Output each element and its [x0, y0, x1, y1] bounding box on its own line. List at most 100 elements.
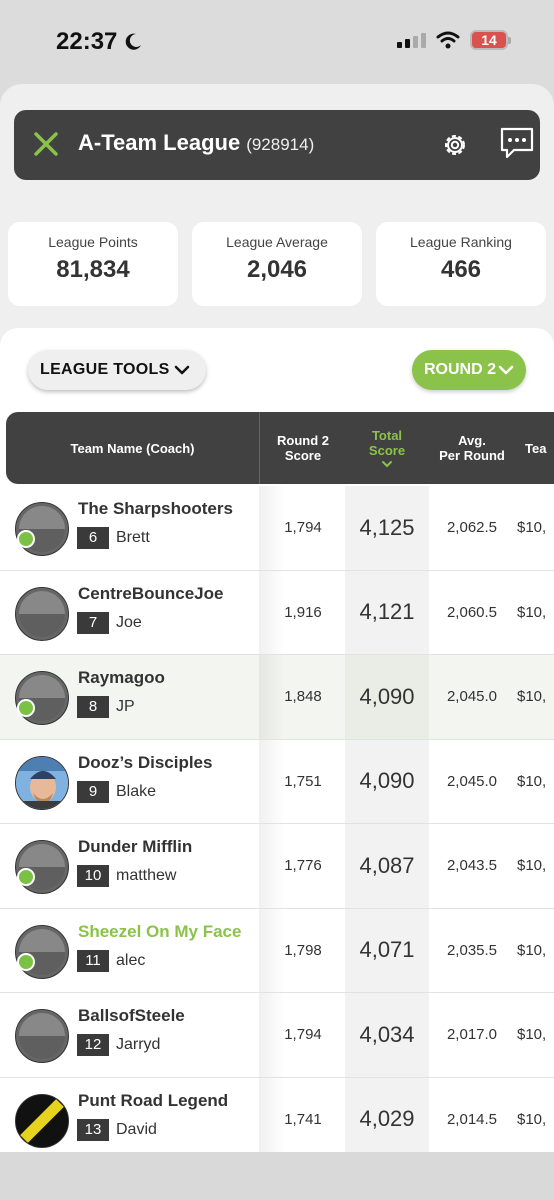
team-avatar [15, 502, 69, 556]
avg-per-round: 2,045.0 [446, 688, 498, 706]
team-avatar [15, 671, 69, 725]
rank-badge: 13 [77, 1118, 109, 1141]
team-avatar [15, 755, 69, 810]
team-name[interactable]: Dunder Mifflin [78, 837, 192, 857]
col-team-label: Team Name (Coach) [70, 440, 195, 456]
chevron-down-icon [174, 365, 190, 375]
team-row[interactable]: The Sharpshooters 6 Brett 1,794 4,125 2,… [0, 486, 554, 571]
col-avg-header[interactable]: Avg. Per Round [432, 412, 512, 484]
team-avatar [15, 1009, 69, 1063]
league-tools-dropdown[interactable]: LEAGUE TOOLS [28, 350, 206, 390]
coach-name: David [116, 1120, 157, 1138]
moon-icon [126, 33, 142, 50]
league-title: A-Team League (928914) [78, 130, 314, 156]
league-sheet: A-Team League (928914) League Points 81,8… [0, 84, 554, 1152]
round-label: ROUND 2 [424, 361, 497, 378]
status-time: 22:37 [56, 28, 118, 55]
avg-per-round: 2,035.5 [446, 941, 498, 959]
rank-badge: 6 [77, 527, 109, 549]
rank-badge: 8 [77, 696, 109, 718]
chat-icon[interactable] [500, 126, 534, 160]
team-avatar [15, 1093, 69, 1148]
col-round-header[interactable]: Round 2 Score [262, 412, 344, 484]
coach-name: Brett [116, 529, 150, 546]
total-score: 4,034 [359, 1021, 415, 1047]
team-row[interactable]: Punt Road Legend 13 David 1,741 4,029 2,… [0, 1077, 554, 1152]
round-score: 1,741 [284, 1110, 322, 1128]
col-value-label: Tea [525, 440, 547, 456]
team-row[interactable]: Sheezel On My Face 11 alec 1,798 4,071 2… [0, 908, 554, 993]
team-row[interactable]: Dunder Mifflin 10 matthew 1,776 4,087 2,… [0, 824, 554, 909]
club-logo [16, 1094, 68, 1147]
cellular-signal-icon [397, 32, 426, 48]
stat-value: 81,834 [56, 256, 130, 283]
team-value: $10, [517, 1110, 547, 1128]
round-score: 1,794 [284, 519, 322, 537]
online-status-dot [17, 952, 35, 971]
col-total-header[interactable]: Total Score [345, 412, 429, 484]
team-value: $10, [517, 1026, 547, 1044]
rank-badge: 10 [77, 865, 109, 887]
coach-name: alec [116, 951, 146, 969]
rank-badge: 11 [77, 949, 109, 972]
stat-card-league-points: League Points 81,834 [8, 222, 178, 306]
col-avg-label: Avg. [458, 433, 486, 448]
gear-icon[interactable] [440, 130, 470, 160]
team-name[interactable]: BallsofSteele [78, 1006, 185, 1026]
total-score: 4,121 [359, 599, 415, 625]
coach-name: Blake [116, 782, 157, 800]
team-name[interactable]: Punt Road Legend [78, 1091, 228, 1111]
status-time-wrap: 22:37 [56, 28, 143, 56]
bottom-area [0, 1152, 554, 1200]
total-score: 4,090 [359, 683, 415, 709]
round-score: 1,794 [284, 1026, 322, 1044]
league-header: A-Team League (928914) [14, 110, 540, 180]
round-score: 1,776 [284, 857, 322, 875]
total-score: 4,029 [359, 1106, 415, 1132]
battery-icon: 14 [470, 30, 511, 50]
team-row[interactable]: Dooz’s Disciples 9 Blake 1,751 4,090 2,0… [0, 739, 554, 824]
total-score: 4,090 [359, 768, 415, 794]
table-header: Team Name (Coach) Round 2 Score Total Sc… [6, 412, 554, 484]
status-icons: 14 [397, 30, 511, 50]
round-score: 1,751 [284, 772, 322, 790]
team-name[interactable]: Raymagoo [78, 668, 165, 688]
rank-badge: 7 [77, 611, 109, 634]
league-tools-label: LEAGUE TOOLS [40, 361, 170, 378]
team-value: $10, [517, 857, 547, 875]
team-row[interactable]: Raymagoo 8 JP 1,848 4,090 2,045.0 $10, [0, 655, 554, 740]
coach-name: Joe [116, 613, 142, 631]
avg-per-round: 2,045.0 [446, 772, 498, 790]
online-status-dot [17, 530, 35, 548]
team-value: $10, [517, 772, 547, 790]
avg-per-round: 2,017.0 [446, 1026, 498, 1044]
stat-label: League Average [226, 234, 328, 250]
coach-name: JP [116, 698, 135, 715]
team-value: $10, [517, 688, 547, 706]
stat-value: 466 [440, 256, 482, 283]
team-row[interactable]: CentreBounceJoe 7 Joe 1,916 4,121 2,060.… [0, 570, 554, 655]
close-icon[interactable] [32, 130, 60, 158]
ladder-panel: LEAGUE TOOLS ROUND 2 Team Name (Coach) R… [0, 328, 554, 1152]
col-value-header[interactable]: Tea [525, 412, 554, 484]
league-code: (928914) [246, 135, 315, 154]
rank-badge: 12 [77, 1034, 109, 1056]
col-team-header[interactable]: Team Name (Coach) [6, 412, 259, 484]
coach-name: Jarryd [116, 1036, 161, 1053]
avg-per-round: 2,060.5 [446, 603, 498, 621]
team-name[interactable]: Dooz’s Disciples [78, 753, 212, 773]
col-total-label: Total [371, 428, 403, 443]
col-total-label-2: Score [368, 443, 406, 458]
team-name[interactable]: Sheezel On My Face [78, 922, 241, 942]
total-score: 4,125 [359, 514, 415, 540]
round-score: 1,798 [284, 941, 322, 959]
round-selector[interactable]: ROUND 2 [412, 350, 526, 390]
team-name[interactable]: CentreBounceJoe [78, 584, 223, 604]
team-name[interactable]: The Sharpshooters [78, 499, 233, 519]
team-list: The Sharpshooters 6 Brett 1,794 4,125 2,… [0, 486, 554, 1152]
team-avatar [15, 586, 69, 641]
league-name: A-Team League [78, 130, 241, 155]
team-row[interactable]: BallsofSteele 12 Jarryd 1,794 4,034 2,01… [0, 993, 554, 1078]
round-score: 1,916 [284, 603, 322, 621]
team-value: $10, [517, 941, 547, 959]
